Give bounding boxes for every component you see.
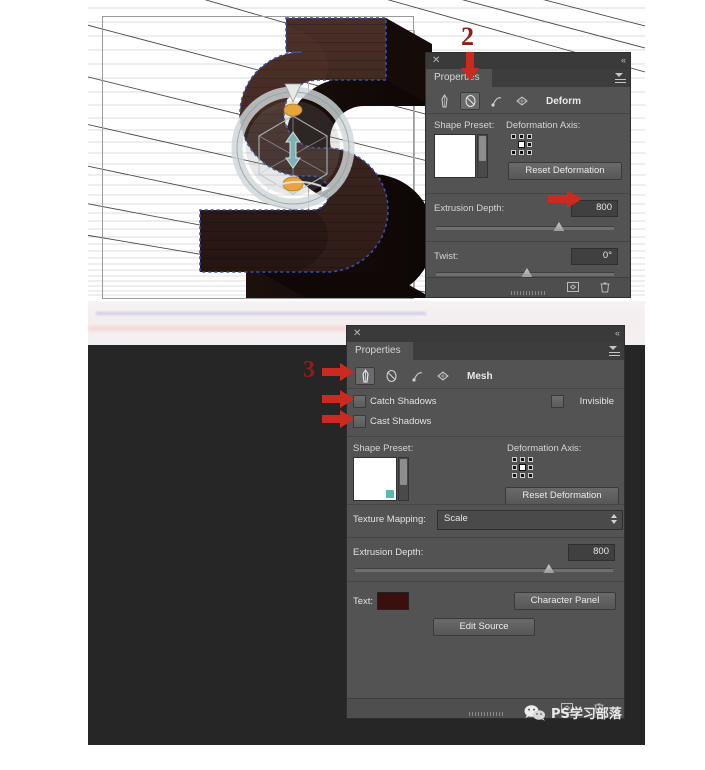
- wechat-icon: [524, 704, 545, 721]
- invisible-label: Invisible: [579, 396, 614, 407]
- deform-icon[interactable]: [381, 367, 401, 385]
- shape-preset-label: Shape Preset:: [353, 443, 414, 454]
- coordinates-icon[interactable]: [512, 92, 532, 110]
- shape-preset-label: Shape Preset:: [434, 120, 495, 131]
- deformation-axis-control[interactable]: [511, 134, 537, 158]
- catch-shadows-label: Catch Shadows: [370, 396, 437, 407]
- new-3d-object-icon[interactable]: [566, 280, 580, 294]
- panel-menu-icon[interactable]: [615, 73, 626, 83]
- deform-icon[interactable]: [460, 92, 480, 110]
- panel-footer: [426, 277, 630, 297]
- annotation-arrow-right-catch-shadows: [322, 390, 354, 408]
- extrusion-depth-value[interactable]: 800: [568, 544, 615, 561]
- close-icon[interactable]: ✕: [432, 56, 441, 66]
- reset-deformation-button[interactable]: Reset Deformation: [505, 487, 619, 505]
- panel-tab-bar[interactable]: Properties: [426, 69, 630, 87]
- annotation-step-3: 3: [303, 357, 315, 383]
- mode-title: Mesh: [467, 370, 493, 382]
- annotation-step-2: 2: [461, 22, 474, 51]
- collapse-icon[interactable]: «: [615, 329, 620, 338]
- collapse-icon[interactable]: «: [621, 56, 626, 65]
- annotation-arrow-down-2: [461, 52, 479, 81]
- mesh-icon[interactable]: [355, 367, 375, 385]
- reset-deformation-button[interactable]: Reset Deformation: [508, 162, 622, 180]
- annotation-arrow-right-extrusion: [548, 190, 582, 208]
- cast-shadows-label: Cast Shadows: [370, 416, 432, 427]
- panel-resize-grip[interactable]: [511, 291, 545, 295]
- shape-preset-thumbnail[interactable]: [434, 134, 476, 178]
- texture-mapping-select[interactable]: Scale: [437, 510, 623, 530]
- close-icon[interactable]: ✕: [353, 329, 362, 339]
- deformation-axis-label: Deformation Axis:: [506, 120, 581, 131]
- annotation-arrow-right-cast-shadows: [322, 410, 354, 428]
- cast-shadows-checkbox[interactable]: [353, 415, 366, 428]
- mesh-icon[interactable]: [434, 92, 454, 110]
- shape-preset-scrollbar[interactable]: [398, 457, 409, 501]
- invisible-checkbox[interactable]: [551, 395, 564, 408]
- texture-mapping-value: Scale: [444, 513, 468, 524]
- deformation-axis-control[interactable]: [512, 457, 538, 481]
- 3d-transform-widget[interactable]: [223, 78, 363, 218]
- cap-icon[interactable]: [486, 92, 506, 110]
- extrusion-depth-label: Extrusion Depth:: [434, 203, 505, 214]
- extrusion-depth-slider[interactable]: [355, 568, 613, 572]
- panel-title-bar[interactable]: ✕ «: [426, 53, 630, 69]
- tab-properties[interactable]: Properties: [347, 342, 413, 360]
- text-label: Text:: [353, 596, 374, 607]
- watermark: PS学习部落: [524, 703, 622, 722]
- mode-icon-row[interactable]: Mesh: [347, 365, 624, 387]
- panel-resize-grip[interactable]: [468, 712, 503, 716]
- properties-panel-mesh[interactable]: ✕ « Properties Mesh Catch Shadows Invisi…: [347, 326, 624, 718]
- mode-icon-row[interactable]: Deform: [426, 90, 630, 112]
- extrusion-depth-slider[interactable]: [436, 226, 614, 230]
- mode-title: Deform: [546, 95, 582, 107]
- delete-icon[interactable]: [598, 280, 612, 294]
- twist-value[interactable]: 0°: [571, 248, 618, 265]
- panel-tab-bar[interactable]: Properties: [347, 342, 624, 360]
- catch-shadows-checkbox[interactable]: [353, 395, 366, 408]
- deformation-axis-label: Deformation Axis:: [507, 443, 582, 454]
- panel-title-bar[interactable]: ✕ «: [347, 326, 624, 342]
- shape-preset-thumbnail[interactable]: [353, 457, 397, 501]
- panel-menu-icon[interactable]: [609, 346, 620, 356]
- twist-label: Twist:: [434, 251, 459, 262]
- extrusion-depth-label: Extrusion Depth:: [353, 547, 424, 558]
- shape-preset-scrollbar[interactable]: [477, 134, 488, 178]
- cap-icon[interactable]: [407, 367, 427, 385]
- text-color-swatch[interactable]: [377, 592, 409, 610]
- properties-panel-deform[interactable]: ✕ « Properties Deform Shape Preset: Defo…: [426, 53, 630, 297]
- ground-reflection-blue: [96, 312, 426, 315]
- annotation-arrow-right-mesh: [322, 363, 354, 381]
- character-panel-button[interactable]: Character Panel: [514, 592, 616, 610]
- texture-mapping-label: Texture Mapping:: [353, 514, 426, 525]
- watermark-text: PS学习部落: [551, 707, 622, 722]
- chevron-updown-icon[interactable]: [611, 514, 617, 524]
- edit-source-button[interactable]: Edit Source: [433, 618, 535, 636]
- coordinates-icon[interactable]: [433, 367, 453, 385]
